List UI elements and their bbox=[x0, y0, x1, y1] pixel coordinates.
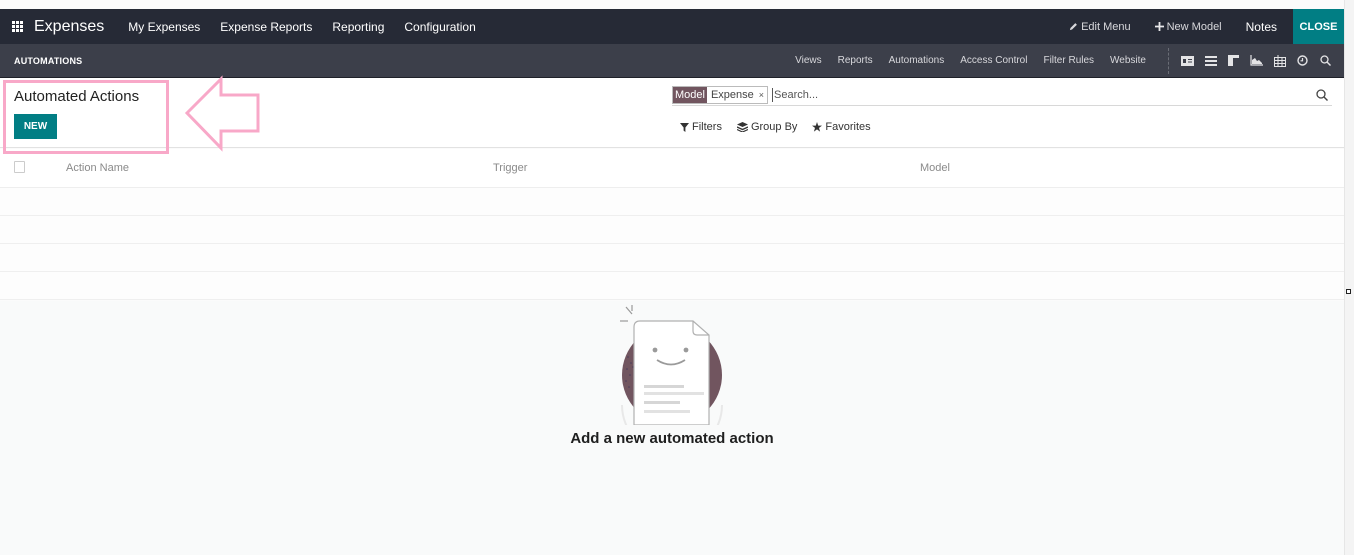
empty-row bbox=[0, 216, 1344, 244]
group-by-toggle[interactable]: Group By bbox=[736, 121, 798, 133]
list-icon[interactable] bbox=[1204, 54, 1217, 67]
subbar-link-automations[interactable]: Automations bbox=[881, 55, 953, 66]
filters-toggle[interactable]: Filters bbox=[680, 121, 722, 133]
menu-my-expenses[interactable]: My Expenses bbox=[118, 20, 210, 34]
column-action-name[interactable]: Action Name bbox=[66, 162, 129, 174]
id-card-icon[interactable] bbox=[1181, 54, 1194, 67]
menu-reporting[interactable]: Reporting bbox=[322, 20, 394, 34]
page-title: Automated Actions bbox=[14, 88, 140, 105]
select-all-checkbox[interactable] bbox=[14, 161, 25, 173]
empty-state-title: Add a new automated action bbox=[570, 430, 774, 447]
area-chart-icon[interactable] bbox=[1250, 54, 1263, 67]
notes-button[interactable]: Notes bbox=[1234, 20, 1293, 34]
star-icon bbox=[812, 122, 823, 132]
favorites-label: Favorites bbox=[825, 121, 871, 133]
subbar-link-reports[interactable]: Reports bbox=[830, 55, 881, 66]
list-header: Action Name Trigger Model bbox=[0, 149, 1344, 188]
search-submit-icon[interactable] bbox=[1314, 87, 1330, 103]
resize-handle[interactable] bbox=[1346, 289, 1351, 294]
favorites-toggle[interactable]: Favorites bbox=[812, 121, 871, 133]
page: Expenses My Expenses Expense Reports Rep… bbox=[0, 0, 1344, 555]
subbar-link-website[interactable]: Website bbox=[1102, 55, 1154, 66]
subbar-link-filter-rules[interactable]: Filter Rules bbox=[1035, 55, 1102, 66]
filter-icon bbox=[680, 122, 689, 132]
top-navbar: Expenses My Expenses Expense Reports Rep… bbox=[0, 9, 1344, 44]
empty-state-illustration bbox=[620, 305, 730, 456]
new-model-button[interactable]: New Model bbox=[1143, 21, 1234, 33]
close-button[interactable]: CLOSE bbox=[1293, 9, 1344, 44]
subbar-title: AUTOMATIONS bbox=[14, 55, 83, 66]
studio-subbar: AUTOMATIONS Views Reports Automations Ac… bbox=[0, 44, 1344, 78]
menu-configuration[interactable]: Configuration bbox=[394, 20, 485, 34]
empty-row bbox=[0, 188, 1344, 216]
clock-icon[interactable] bbox=[1296, 54, 1309, 67]
search-icon[interactable] bbox=[1319, 54, 1332, 67]
search-facet[interactable]: Model Expense × bbox=[672, 85, 769, 104]
edit-menu-button[interactable]: Edit Menu bbox=[1057, 21, 1143, 33]
search-bar: Model Expense × bbox=[672, 84, 1332, 106]
facet-remove-icon[interactable]: × bbox=[759, 90, 764, 100]
page-gutter bbox=[1344, 0, 1354, 555]
new-model-label: New Model bbox=[1166, 20, 1222, 33]
facet-value-text: Expense bbox=[710, 88, 754, 101]
subbar-link-views[interactable]: Views bbox=[787, 55, 830, 66]
column-trigger[interactable]: Trigger bbox=[493, 162, 527, 174]
new-button[interactable]: NEW bbox=[14, 114, 57, 139]
apps-menu-icon[interactable] bbox=[12, 20, 24, 33]
search-input[interactable] bbox=[772, 87, 1314, 102]
facet-value: Expense × bbox=[706, 86, 768, 103]
edit-menu-label: Edit Menu bbox=[1081, 20, 1131, 33]
control-panel: Automated Actions NEW Model Expense × Fi… bbox=[0, 78, 1344, 148]
empty-row bbox=[0, 244, 1344, 272]
automations-list: Action Name Trigger Model bbox=[0, 149, 1344, 300]
search-options: Filters Group By Favorites bbox=[680, 121, 871, 133]
column-model[interactable]: Model bbox=[920, 162, 950, 174]
group-by-label: Group By bbox=[750, 121, 798, 133]
plus-icon bbox=[1154, 22, 1164, 31]
layers-icon bbox=[736, 122, 748, 132]
facet-label: Model bbox=[673, 86, 707, 103]
pencil-icon bbox=[1069, 23, 1077, 31]
empty-row bbox=[0, 272, 1344, 300]
subbar-link-access-control[interactable]: Access Control bbox=[952, 55, 1035, 66]
app-name[interactable]: Expenses bbox=[34, 18, 104, 36]
subbar-divider bbox=[1168, 47, 1169, 74]
kanban-icon[interactable] bbox=[1227, 54, 1240, 67]
menu-expense-reports[interactable]: Expense Reports bbox=[210, 20, 322, 34]
filters-label: Filters bbox=[692, 121, 722, 133]
pivot-table-icon[interactable] bbox=[1273, 54, 1286, 67]
